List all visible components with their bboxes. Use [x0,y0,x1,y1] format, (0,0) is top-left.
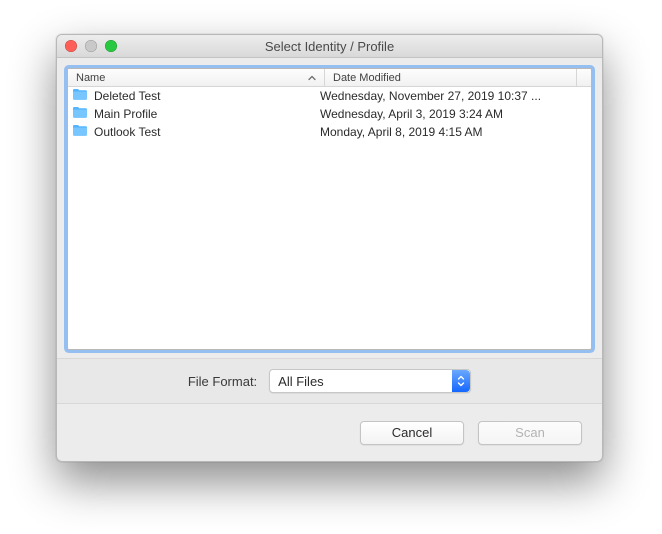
item-name: Main Profile [94,107,157,121]
button-label: Cancel [392,425,432,440]
window-controls [65,35,117,57]
column-header-label: Name [76,72,105,84]
column-header-name[interactable]: Name [68,69,325,86]
close-icon[interactable] [65,40,77,52]
window-title: Select Identity / Profile [265,39,394,54]
zoom-icon[interactable] [105,40,117,52]
list-item[interactable]: Outlook Test Monday, April 8, 2019 4:15 … [68,123,591,141]
column-headers: Name Date Modified [68,69,591,87]
button-label: Scan [515,425,545,440]
column-header-spacer [577,69,591,86]
file-format-value: All Files [270,374,452,389]
list-item[interactable]: Main Profile Wednesday, April 3, 2019 3:… [68,105,591,123]
item-date: Monday, April 8, 2019 4:15 AM [312,125,591,139]
item-date: Wednesday, April 3, 2019 3:24 AM [312,107,591,121]
format-bar: File Format: All Files [57,358,602,404]
file-format-label: File Format: [188,374,257,389]
scan-button: Scan [478,421,582,445]
item-date: Wednesday, November 27, 2019 10:37 ... [312,89,591,103]
chevron-up-icon [308,74,316,82]
cancel-button[interactable]: Cancel [360,421,464,445]
folder-icon [72,106,88,122]
chevron-updown-icon [452,370,470,392]
titlebar[interactable]: Select Identity / Profile [57,35,602,58]
file-rows: Deleted Test Wednesday, November 27, 201… [68,87,591,349]
file-list[interactable]: Name Date Modified Deleted Test [67,68,592,350]
item-name: Outlook Test [94,125,160,139]
column-header-label: Date Modified [333,72,401,84]
folder-icon [72,124,88,140]
dialog-window: Select Identity / Profile Name Date Modi… [56,34,603,462]
item-name: Deleted Test [94,89,161,103]
column-header-date[interactable]: Date Modified [325,69,577,86]
list-item[interactable]: Deleted Test Wednesday, November 27, 201… [68,87,591,105]
minimize-icon [85,40,97,52]
button-row: Cancel Scan [57,404,602,461]
file-format-select[interactable]: All Files [269,369,471,393]
folder-icon [72,88,88,104]
